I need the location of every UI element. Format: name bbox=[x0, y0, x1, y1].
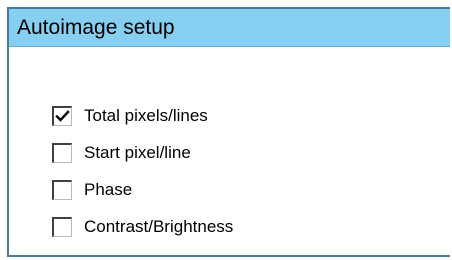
phase-label: Phase bbox=[84, 180, 133, 199]
option-total-pixels-lines[interactable]: Total pixels/lines bbox=[52, 105, 233, 127]
option-contrast-brightness[interactable]: Contrast/Brightness bbox=[52, 216, 233, 238]
dialog-title: Autoimage setup bbox=[17, 15, 175, 39]
option-start-pixel-line[interactable]: Start pixel/line bbox=[52, 142, 233, 164]
option-phase[interactable]: Phase bbox=[52, 179, 233, 201]
start-pixel-line-checkbox[interactable] bbox=[52, 143, 72, 163]
autoimage-setup-dialog: Autoimage setup Total pixels/lines Start… bbox=[7, 7, 450, 257]
contrast-brightness-label: Contrast/Brightness bbox=[84, 217, 234, 236]
dialog-titlebar: Autoimage setup bbox=[9, 9, 450, 47]
checkmark-icon bbox=[55, 110, 70, 122]
start-pixel-line-label: Start pixel/line bbox=[84, 143, 191, 162]
contrast-brightness-checkbox[interactable] bbox=[52, 217, 72, 237]
total-pixels-lines-checkbox[interactable] bbox=[52, 106, 72, 126]
options-list: Total pixels/lines Start pixel/line Phas… bbox=[52, 105, 233, 253]
phase-checkbox[interactable] bbox=[52, 180, 72, 200]
total-pixels-lines-label: Total pixels/lines bbox=[84, 106, 208, 125]
